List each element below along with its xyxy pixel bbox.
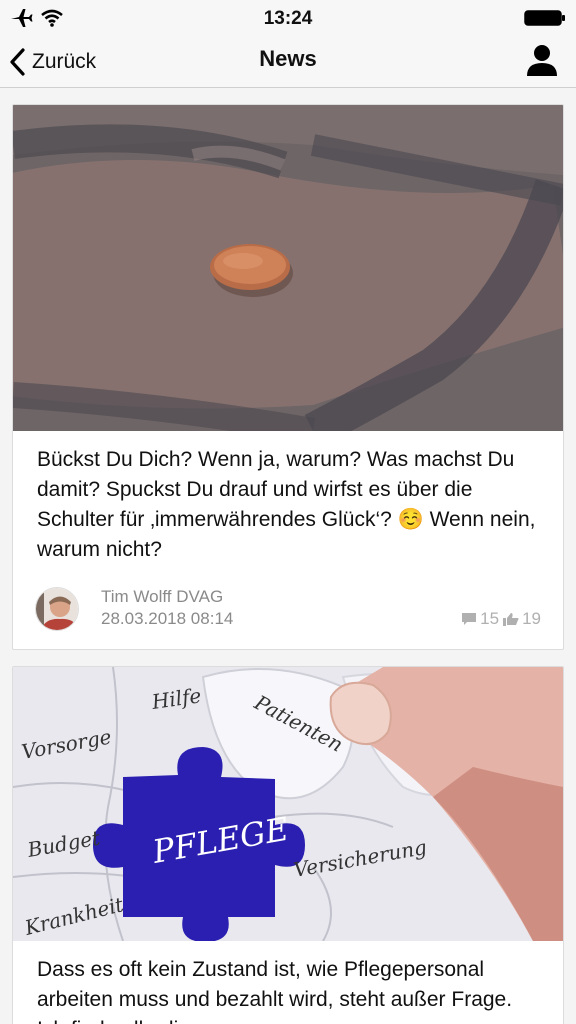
post-author: Tim Wolff DVAG bbox=[101, 587, 224, 606]
news-card[interactable]: Bückst Du Dich? Wenn ja, warum? Was mach… bbox=[12, 104, 564, 650]
comment-icon bbox=[462, 613, 477, 625]
comment-count: 15 bbox=[480, 609, 500, 628]
news-card[interactable]: Hilfe Patienten Vorsorge PFLEGE Budget V… bbox=[12, 666, 564, 1024]
navigation-bar: Zurück News bbox=[0, 36, 576, 88]
post-text: Bückst Du Dich? Wenn ja, warum? Was mach… bbox=[37, 448, 536, 561]
avatar[interactable] bbox=[35, 587, 79, 631]
post-image-coin[interactable] bbox=[13, 105, 563, 431]
back-button[interactable]: Zurück bbox=[8, 44, 96, 80]
status-time: 13:24 bbox=[263, 8, 313, 29]
post-meta: Tim Wolff DVAG 28.03.2018 08:14 15 19 bbox=[13, 565, 563, 649]
news-feed: Bückst Du Dich? Wenn ja, warum? Was mach… bbox=[12, 104, 564, 1024]
chevron-left-icon bbox=[10, 48, 25, 76]
battery-icon bbox=[524, 10, 565, 26]
thumbs-up-icon[interactable] bbox=[503, 612, 519, 626]
status-bar: 13:24 bbox=[0, 0, 576, 36]
post-stats: 15 19 bbox=[461, 609, 541, 629]
post-text: Dass es oft kein Zustand ist, wie Pflege… bbox=[37, 958, 513, 1024]
person-icon[interactable] bbox=[524, 42, 560, 78]
post-image-puzzle[interactable]: Hilfe Patienten Vorsorge PFLEGE Budget V… bbox=[13, 667, 563, 941]
like-count: 19 bbox=[522, 609, 541, 628]
post-date: 28.03.2018 08:14 bbox=[101, 609, 234, 628]
back-label: Zurück bbox=[32, 50, 97, 73]
